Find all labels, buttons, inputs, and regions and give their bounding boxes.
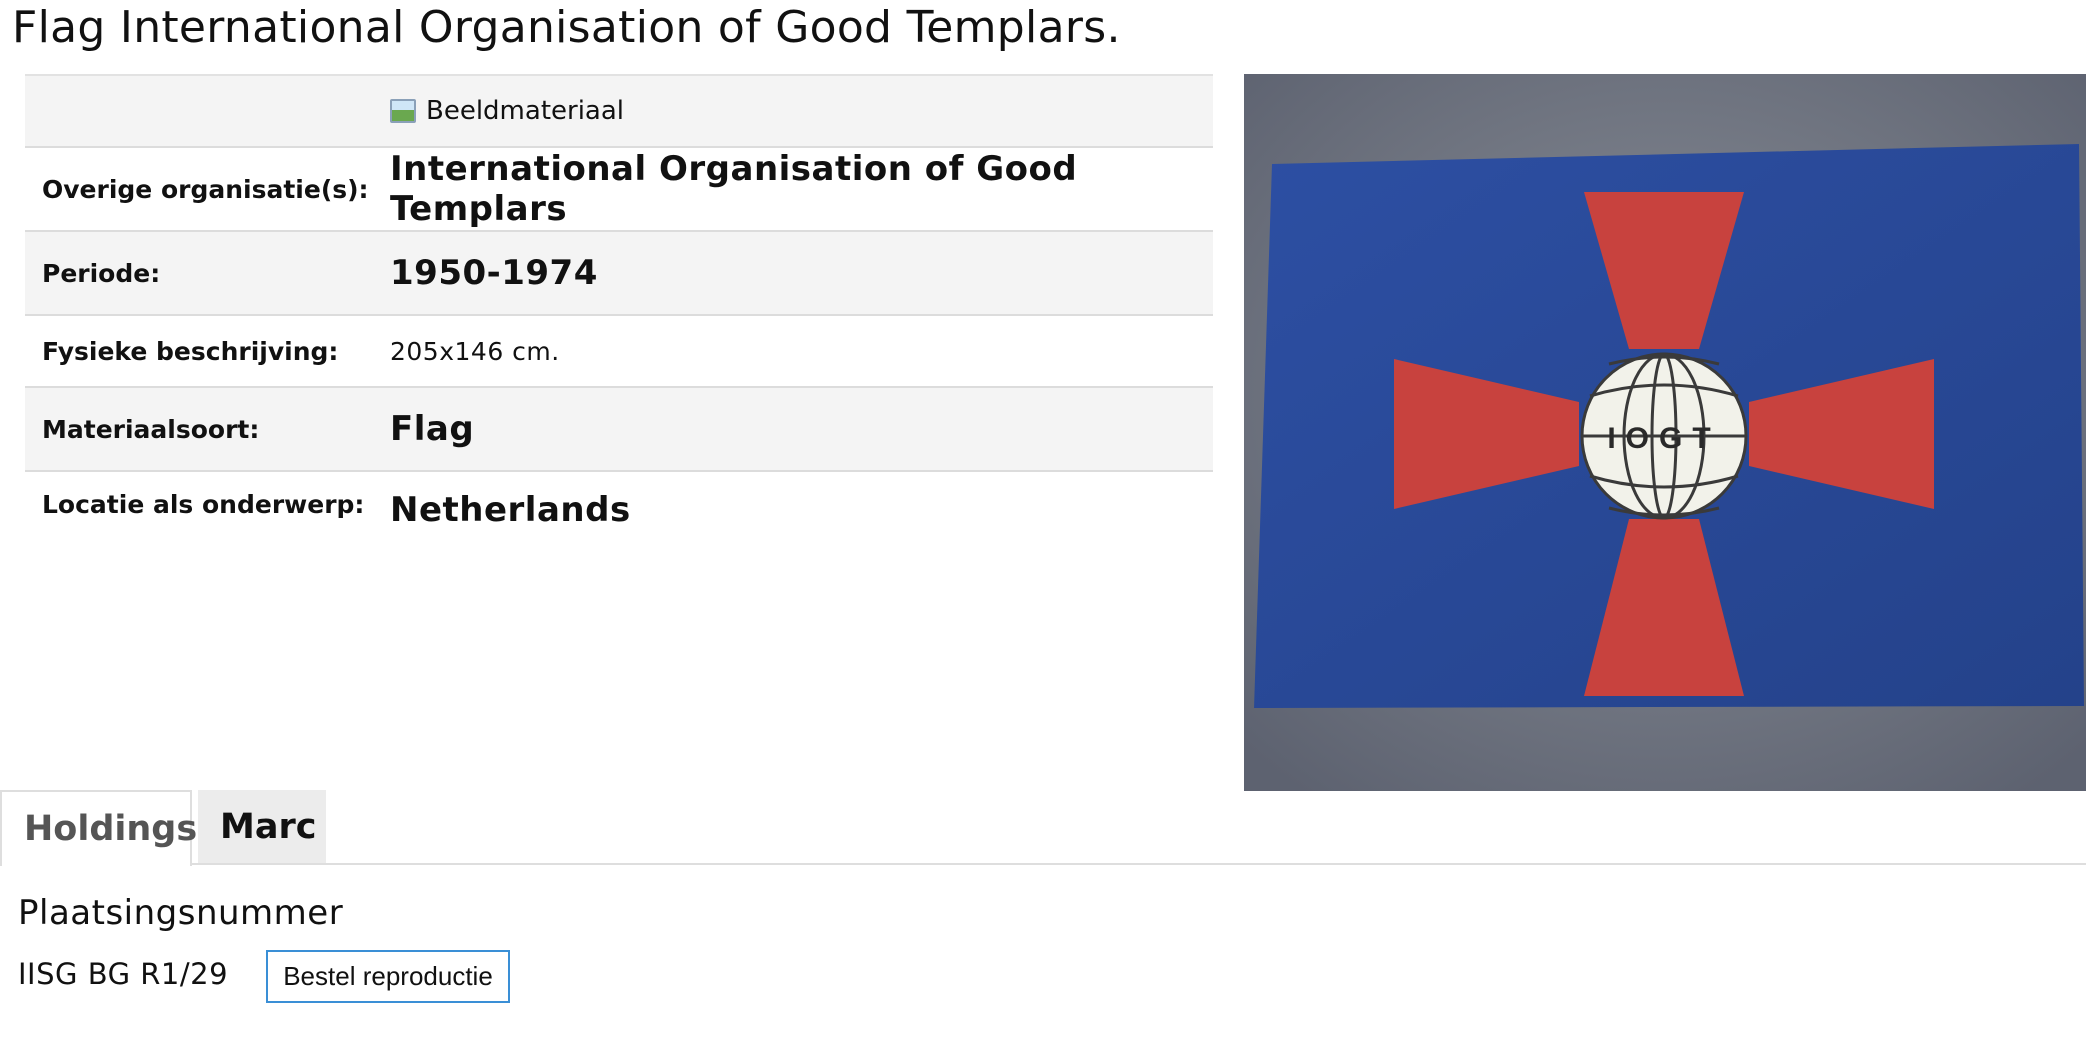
table-row: Locatie als onderwerp: Netherlands bbox=[25, 471, 1213, 572]
tab-divider bbox=[0, 863, 2086, 865]
field-label-period: Periode: bbox=[25, 231, 382, 316]
image-icon bbox=[390, 99, 416, 123]
table-row: Periode: 1950-1974 bbox=[25, 231, 1213, 316]
field-value-material: Flag bbox=[382, 387, 1213, 472]
tab-bar: Holdings Marc bbox=[0, 790, 2086, 866]
material-type-label: Beeldmateriaal bbox=[426, 96, 625, 126]
flag-photo[interactable]: IOGT bbox=[1244, 74, 2086, 791]
material-type: Beeldmateriaal bbox=[390, 96, 1213, 126]
page-title: Flag International Organisation of Good … bbox=[12, 2, 1121, 53]
holdings-heading: Plaatsingsnummer bbox=[18, 893, 344, 933]
record-metadata-table: Beeldmateriaal Overige organisatie(s): I… bbox=[25, 74, 1213, 572]
field-value-period: 1950-1974 bbox=[382, 231, 1213, 316]
table-row: Overige organisatie(s): International Or… bbox=[25, 147, 1213, 232]
field-label-material: Materiaalsoort: bbox=[25, 387, 382, 472]
table-row: Fysieke beschrijving: 205x146 cm. bbox=[25, 315, 1213, 388]
field-value-location: Netherlands bbox=[382, 471, 1213, 572]
emblem-text: IOGT bbox=[1607, 422, 1720, 455]
field-label-location: Locatie als onderwerp: bbox=[25, 471, 382, 572]
field-label-physical: Fysieke beschrijving: bbox=[25, 315, 382, 388]
field-value-organisation: International Organisation of Good Templ… bbox=[382, 147, 1213, 232]
table-row-material-type: Beeldmateriaal bbox=[25, 75, 1213, 148]
tab-holdings[interactable]: Holdings bbox=[0, 790, 197, 866]
field-label-organisation: Overige organisatie(s): bbox=[25, 147, 382, 232]
tab-marc[interactable]: Marc bbox=[198, 790, 326, 864]
shelfmark: IISG BG R1/29 bbox=[18, 957, 229, 991]
table-row: Materiaalsoort: Flag bbox=[25, 387, 1213, 472]
order-reproduction-button[interactable]: Bestel reproductie bbox=[266, 950, 510, 1003]
field-value-physical: 205x146 cm. bbox=[382, 315, 1213, 388]
